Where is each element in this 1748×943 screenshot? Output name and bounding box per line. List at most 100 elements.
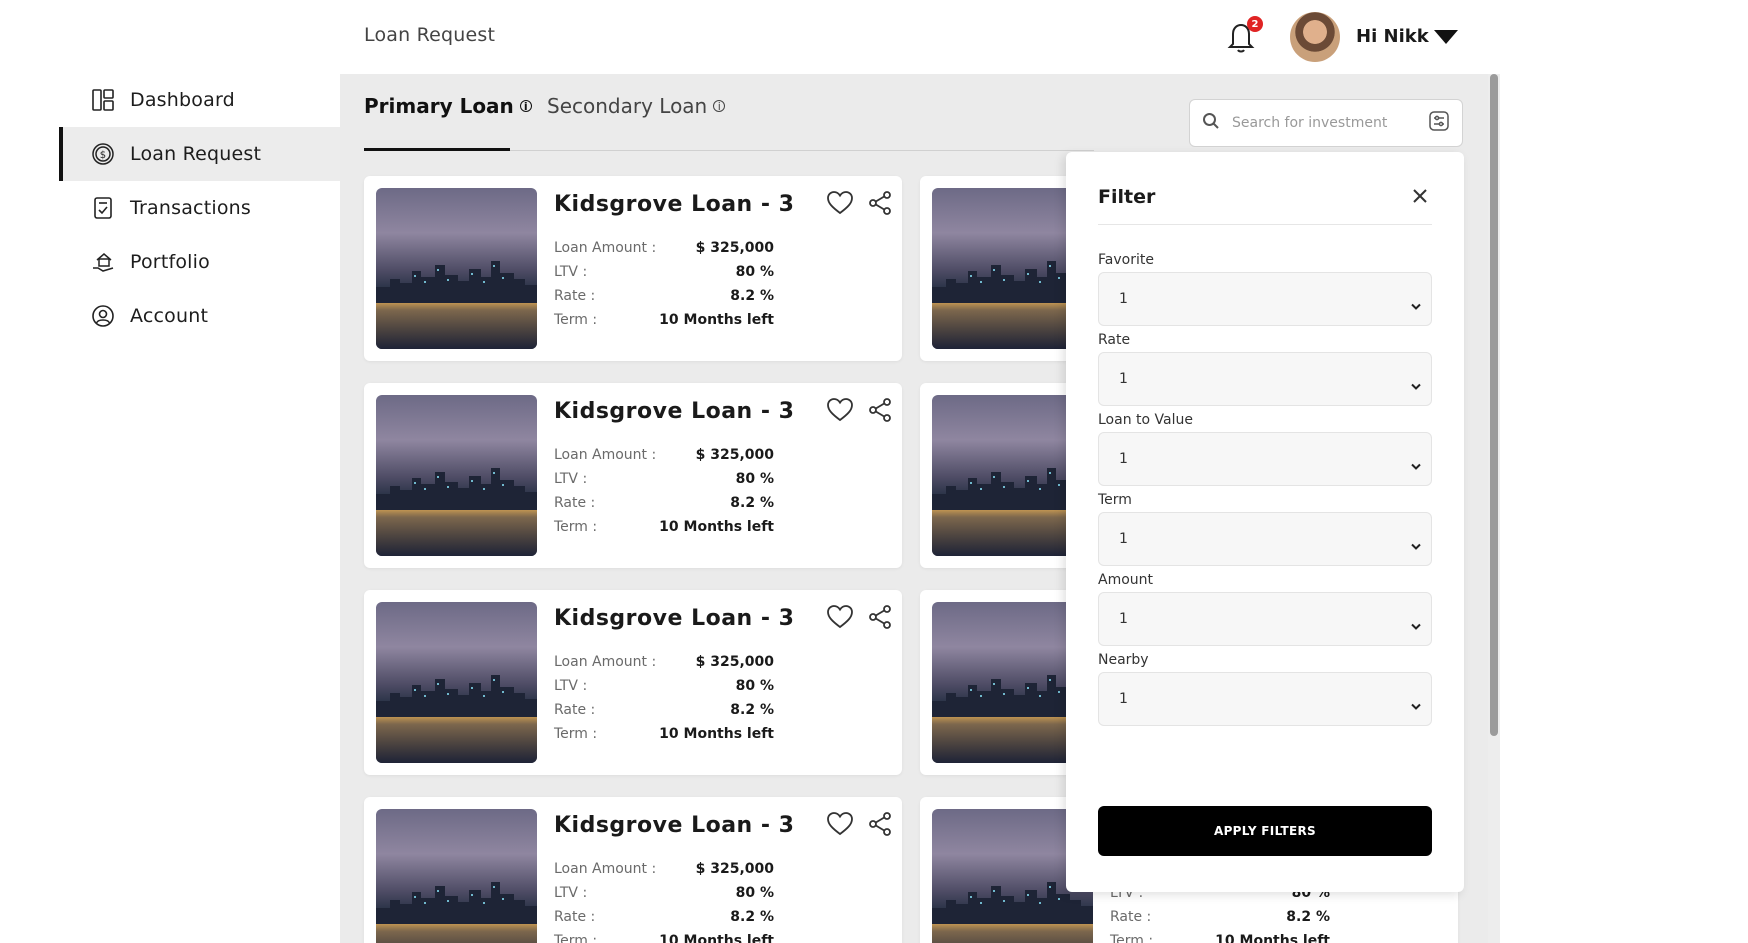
share-icon[interactable] [868, 811, 892, 837]
loan-detail-row: Term : 10 Months left [554, 519, 774, 535]
detail-value: 80 % [735, 678, 774, 694]
info-icon: i [713, 100, 726, 113]
filter-label: Amount [1098, 572, 1154, 588]
heart-icon[interactable] [826, 811, 854, 837]
detail-label: LTV : [554, 471, 588, 487]
sidebar-item-dashboard[interactable]: Dashboard [59, 73, 340, 127]
filter-settings-icon[interactable] [1428, 110, 1450, 136]
search-input[interactable] [1232, 115, 1428, 131]
sidebar-item-transactions[interactable]: Transactions [59, 181, 340, 235]
detail-value: 80 % [735, 885, 774, 901]
water-reflection [932, 924, 1093, 943]
loan-detail-row: Rate : 8.2 % [554, 495, 774, 511]
detail-label: LTV : [554, 678, 588, 694]
share-icon[interactable] [868, 397, 892, 423]
loan-title: Kidsgrove Loan - 3 [554, 192, 795, 217]
loan-card[interactable]: Kidsgrove Loan - 3 Loan Amount : $ 325,000… [364, 797, 902, 943]
tab-label: Secondary Loan [547, 94, 708, 118]
sidebar-item-loan-request[interactable]: $ Loan Request [59, 127, 340, 181]
detail-value: 10 Months left [659, 726, 774, 742]
loan-card[interactable]: Kidsgrove Loan - 3 Loan Amount : $ 325,000… [364, 383, 902, 568]
detail-label: Term : [554, 726, 598, 742]
skyline-graphic [376, 675, 537, 717]
loan-card[interactable]: Kidsgrove Loan - 3 Loan Amount : $ 325,000… [364, 590, 902, 775]
loan-detail-row: LTV : 80 % [554, 678, 774, 694]
loan-detail-row: Rate : 8.2 % [554, 909, 774, 925]
heart-icon[interactable] [826, 604, 854, 630]
sidebar-item-account[interactable]: Account [59, 289, 340, 343]
loan-card[interactable]: Kidsgrove Loan - 3 Loan Amount : $ 325,000… [364, 176, 902, 361]
divider [1098, 224, 1432, 225]
filter-label: Favorite [1098, 252, 1154, 268]
loan-title: Kidsgrove Loan - 3 [554, 813, 795, 838]
loan-detail-row: Term : 10 Months left [554, 312, 774, 328]
loan-property-image [376, 188, 537, 349]
filter-select-term[interactable]: 1 [1098, 512, 1432, 566]
tab-secondary-loan[interactable]: Secondary Loan i [547, 94, 726, 118]
sidebar-item-label: Portfolio [130, 251, 210, 273]
filter-label: Loan to Value [1098, 412, 1193, 428]
apply-filters-button[interactable]: APPLY FILTERS [1098, 806, 1432, 856]
tab-primary-loan[interactable]: Primary Loan i [364, 94, 532, 118]
share-icon[interactable] [868, 604, 892, 630]
filter-panel: Filter Favorite 1 Rate 1 Loan to Value 1 Term 1… [1066, 152, 1464, 892]
detail-value: 8.2 % [730, 702, 774, 718]
filter-select-favorite[interactable]: 1 [1098, 272, 1432, 326]
detail-label: Loan Amount : [554, 654, 657, 670]
detail-label: Loan Amount : [554, 447, 657, 463]
info-icon: i [519, 100, 532, 113]
svg-text:$: $ [100, 150, 107, 161]
detail-label: LTV : [554, 264, 588, 280]
user-greeting[interactable]: Hi Nikk [1356, 26, 1429, 47]
loan-detail-row: LTV : 80 % [554, 264, 774, 280]
detail-label: Rate : [554, 495, 596, 511]
search-icon [1202, 112, 1220, 134]
detail-label: Term : [554, 312, 598, 328]
heart-icon[interactable] [826, 190, 854, 216]
loan-title: Kidsgrove Loan - 3 [554, 399, 795, 424]
filter-select-rate[interactable]: 1 [1098, 352, 1432, 406]
skyline-graphic [376, 468, 537, 510]
detail-value: 10 Months left [659, 312, 774, 328]
loan-detail-row: Term : 10 Months left [554, 726, 774, 742]
scrollbar[interactable] [1488, 74, 1500, 943]
avatar[interactable] [1290, 12, 1340, 62]
skyline-graphic [376, 882, 537, 924]
detail-label: Rate : [554, 909, 596, 925]
detail-label: Term : [1110, 933, 1154, 943]
filter-select-amount[interactable]: 1 [1098, 592, 1432, 646]
sidebar-item-label: Dashboard [130, 89, 235, 111]
close-icon[interactable] [1410, 186, 1430, 206]
user-circle-icon [90, 303, 116, 329]
water-reflection [376, 303, 537, 349]
loan-detail-row: Term : 10 Months left [554, 933, 774, 943]
detail-value: 10 Months left [659, 933, 774, 943]
filter-select-loan-to-value[interactable]: 1 [1098, 432, 1432, 486]
loan-detail-row: Loan Amount : $ 325,000 [554, 654, 774, 670]
sidebar: Dashboard $ Loan Request Transactions Po… [0, 0, 340, 943]
loan-detail-row: Rate : 8.2 % [554, 288, 774, 304]
detail-label: Term : [554, 519, 598, 535]
filter-select-nearby[interactable]: 1 [1098, 672, 1432, 726]
search-box [1189, 99, 1463, 147]
loan-detail-row: Rate : 8.2 % [554, 702, 774, 718]
loan-property-image [376, 602, 537, 763]
water-reflection [376, 510, 537, 556]
notification-badge: 2 [1247, 16, 1263, 32]
scrollbar-thumb[interactable] [1490, 74, 1498, 736]
loan-detail-row: Loan Amount : $ 325,000 [554, 861, 774, 877]
detail-label: Loan Amount : [554, 861, 657, 877]
chevron-down-icon[interactable] [1434, 30, 1458, 44]
water-reflection [376, 924, 537, 943]
sidebar-item-portfolio[interactable]: Portfolio [59, 235, 340, 289]
sidebar-item-label: Transactions [130, 197, 251, 219]
detail-value: 80 % [735, 471, 774, 487]
loan-detail-row: Rate : 8.2 % [1110, 909, 1330, 925]
share-icon[interactable] [868, 190, 892, 216]
page-title: Loan Request [364, 24, 496, 46]
heart-icon[interactable] [826, 397, 854, 423]
loan-property-image [376, 395, 537, 556]
skyline-graphic [376, 261, 537, 303]
detail-value: 8.2 % [730, 288, 774, 304]
tab-label: Primary Loan [364, 94, 514, 118]
